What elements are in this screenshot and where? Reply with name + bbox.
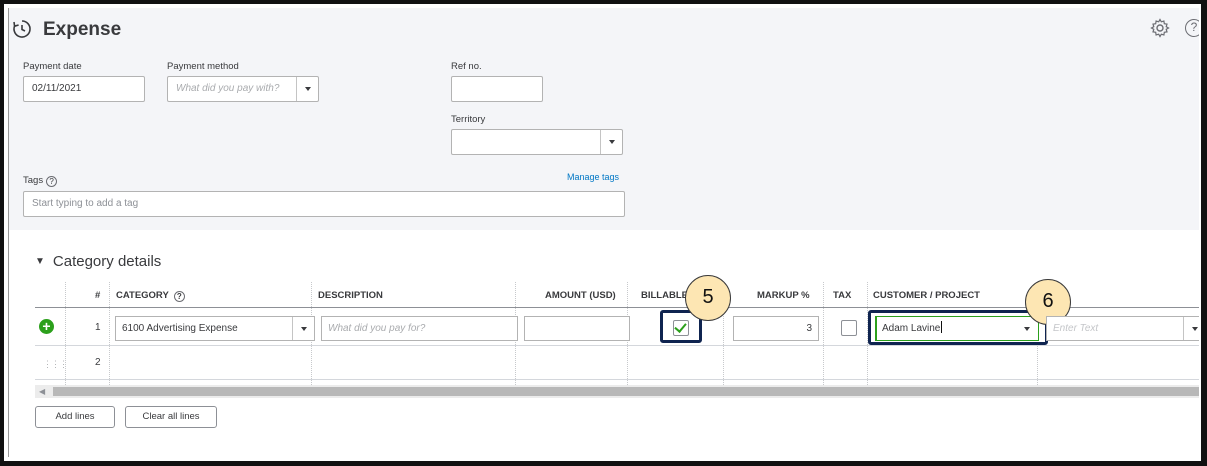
- ref-no-input[interactable]: [451, 76, 543, 102]
- scrollbar-thumb[interactable]: [53, 387, 1199, 396]
- add-lines-button[interactable]: Add lines: [35, 406, 115, 428]
- payment-method-label: Payment method: [167, 61, 239, 72]
- chevron-down-icon[interactable]: [1183, 317, 1199, 340]
- custom-field-select[interactable]: Enter Text: [1046, 316, 1199, 341]
- help-icon[interactable]: ?: [173, 291, 185, 302]
- chevron-down-icon[interactable]: [600, 130, 622, 154]
- expense-window: Expense ? Payment date 02/11/2021 Paymen…: [8, 8, 1199, 457]
- category-select[interactable]: 6100 Advertising Expense: [115, 316, 315, 341]
- col-markup: MARKUP %: [757, 290, 810, 301]
- category-details-toggle[interactable]: ▼ Category details: [35, 253, 161, 270]
- payment-method-placeholder: What did you pay with?: [176, 83, 280, 94]
- column-divider: [823, 282, 824, 385]
- row-number: 2: [95, 357, 101, 368]
- tags-label-text: Tags: [23, 175, 44, 186]
- drag-handle-icon[interactable]: ⋮⋮⋮: [43, 359, 68, 370]
- custom-field-placeholder: Enter Text: [1053, 323, 1099, 334]
- tax-checkbox[interactable]: [841, 320, 857, 336]
- help-icon[interactable]: ?: [1185, 19, 1199, 37]
- col-billable: BILLABLE: [641, 290, 688, 301]
- row-divider: [35, 379, 1199, 380]
- clear-all-lines-button[interactable]: Clear all lines: [125, 406, 217, 428]
- row-divider: [35, 345, 1199, 346]
- chevron-down-icon[interactable]: [296, 77, 318, 101]
- help-icon[interactable]: ?: [46, 176, 58, 187]
- callout-step-5: 5: [685, 275, 731, 321]
- tags-input[interactable]: Start typing to add a tag: [23, 191, 625, 217]
- column-divider: [109, 282, 110, 385]
- category-value: 6100 Advertising Expense: [122, 323, 238, 334]
- col-number: #: [95, 290, 101, 301]
- col-amount: AMOUNT (USD): [545, 290, 616, 301]
- plus-circle-icon[interactable]: +: [39, 319, 54, 334]
- page-header: Expense ?: [9, 8, 1199, 48]
- amount-input[interactable]: [524, 316, 630, 341]
- payment-method-select[interactable]: What did you pay with?: [167, 76, 319, 102]
- col-description: DESCRIPTION: [318, 290, 383, 301]
- row-number: 1: [95, 322, 101, 333]
- page-title: Expense: [43, 19, 122, 40]
- scroll-left-icon[interactable]: ◀: [39, 385, 45, 398]
- category-details-title: Category details: [52, 253, 162, 270]
- payment-date-input[interactable]: 02/11/2021: [23, 76, 145, 102]
- horizontal-scrollbar[interactable]: ◀: [35, 385, 1199, 398]
- manage-tags-link[interactable]: Manage tags: [567, 172, 619, 182]
- header-panel: Expense ? Payment date 02/11/2021 Paymen…: [9, 8, 1199, 230]
- tags-placeholder: Start typing to add a tag: [32, 198, 139, 209]
- chevron-down-icon[interactable]: [292, 317, 314, 340]
- caret-down-icon: ▼: [35, 256, 45, 267]
- markup-input[interactable]: 3: [733, 316, 819, 341]
- col-category: CATEGORY?: [116, 290, 185, 302]
- gear-icon[interactable]: [1150, 18, 1170, 38]
- tags-label: Tags?: [23, 175, 58, 187]
- col-customer-project: CUSTOMER / PROJECT: [873, 290, 980, 301]
- ref-no-label: Ref no.: [451, 61, 482, 72]
- table-header-divider: [35, 307, 1199, 308]
- col-category-label: CATEGORY: [116, 290, 169, 301]
- col-tax: TAX: [833, 290, 852, 301]
- territory-select[interactable]: [451, 129, 623, 155]
- expense-clock-icon: [13, 20, 31, 38]
- description-input[interactable]: What did you pay for?: [321, 316, 518, 341]
- description-placeholder: What did you pay for?: [328, 323, 426, 334]
- territory-label: Territory: [451, 114, 486, 125]
- payment-date-label: Payment date: [23, 61, 82, 72]
- customer-highlight: [868, 310, 1048, 345]
